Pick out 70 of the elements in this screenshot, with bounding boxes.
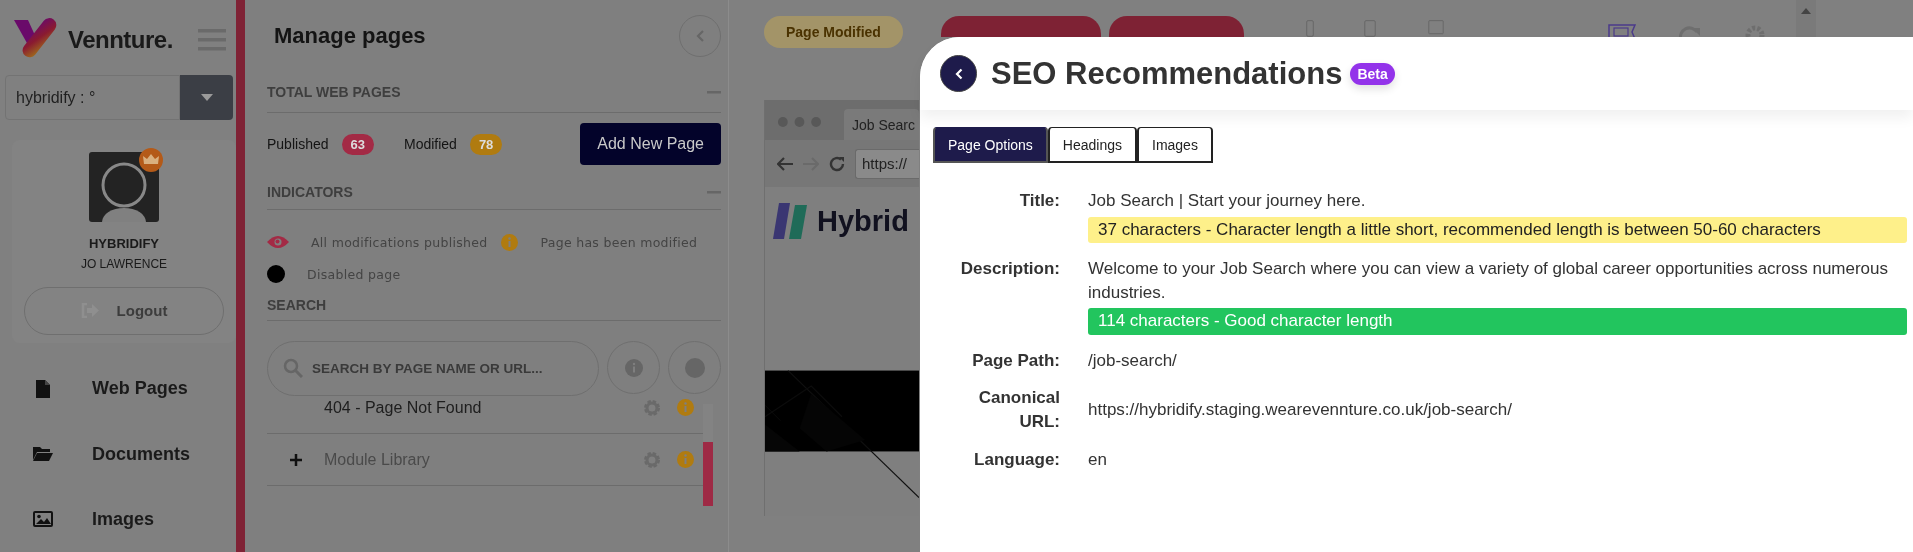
dot-icon <box>267 265 285 283</box>
info-icon <box>624 358 643 377</box>
count-badge: 78 <box>469 133 503 155</box>
search-field[interactable]: SEARCH BY PAGE NAME OR URL... <box>267 341 599 396</box>
publish-button[interactable] <box>940 16 1101 37</box>
field-value: Welcome to your Job Search where you can view a variety of global career opportunities across numerous industries. <box>1088 257 1890 304</box>
tab[interactable]: Headings <box>1047 127 1137 163</box>
field-value: en <box>1088 448 1108 471</box>
panel-title: SEO Recommendations <box>991 55 1343 92</box>
field-label: Canonical URL: <box>977 387 1060 434</box>
field-label: Description: <box>959 257 1060 280</box>
tab[interactable]: Page Options <box>933 127 1048 163</box>
logo-icon <box>773 201 809 241</box>
phone-icon[interactable] <box>1303 20 1316 37</box>
field-value: https://hybridify.staging.wearevennture.co.uk/job-search/ <box>1088 399 1513 422</box>
page-name[interactable]: 404 - Page Not Found <box>324 398 643 417</box>
dot-icon <box>684 357 705 378</box>
field-value: /job-search/ <box>1088 349 1178 372</box>
back-arrow-icon[interactable] <box>777 156 793 171</box>
count-badge: 63 <box>341 133 374 155</box>
panel-title: Manage pages <box>274 23 426 49</box>
nav-item[interactable]: Images <box>0 486 236 552</box>
field-label: Language: <box>973 448 1060 471</box>
user-name: JO LAWRENCE <box>80 256 168 271</box>
nav-item[interactable]: Web Pages <box>0 356 236 422</box>
field-value: Job Search | Start your journey here. <box>1088 190 1367 212</box>
indicator-label: Disabled page <box>307 266 401 282</box>
section-heading: INDICATORS <box>267 184 353 200</box>
indicator-label: All modifications published <box>311 234 488 250</box>
crown-icon <box>139 147 163 172</box>
indicator-label: Page has been modified <box>540 234 698 250</box>
scrollbar[interactable] <box>703 404 713 506</box>
section-heading: TOTAL WEB PAGES <box>267 84 401 100</box>
folder-icon <box>33 446 53 463</box>
info-icon <box>677 451 694 468</box>
gear-icon[interactable] <box>1743 24 1766 40</box>
scrollbar[interactable] <box>1795 0 1816 37</box>
file-icon <box>36 379 50 398</box>
address-bar[interactable]: https:// <box>855 148 919 179</box>
stat-label: Modified <box>403 136 457 152</box>
browser-tab[interactable]: Job Searc <box>843 109 919 140</box>
brand-name: Vennture. <box>68 25 174 54</box>
stat-label: Published <box>267 136 329 152</box>
info-icon <box>501 233 519 251</box>
back-button[interactable] <box>940 55 977 92</box>
company-name: HYBRIDIFY <box>88 235 160 251</box>
length-note: 114 characters - Good character length <box>1088 308 1907 335</box>
status-badge: Page Modified <box>764 16 903 48</box>
search-icon <box>283 358 303 378</box>
logo-text: Hybrid <box>817 204 909 238</box>
reload-icon[interactable] <box>829 155 845 172</box>
nav-item[interactable]: Documents <box>0 421 236 487</box>
beta-badge: Beta <box>1350 62 1395 85</box>
scroll-up-icon[interactable] <box>1800 8 1811 14</box>
eye-icon <box>267 235 289 249</box>
field-label: Page Path: <box>971 349 1060 372</box>
tab[interactable]: Images <box>1137 127 1213 163</box>
chevron-left-icon <box>696 30 704 42</box>
caret-icon <box>200 94 213 102</box>
field-label: Title: <box>1018 190 1060 212</box>
image-icon <box>33 511 53 528</box>
info-icon <box>677 399 694 416</box>
publish-button[interactable] <box>1108 16 1244 37</box>
site-select[interactable]: hybridify : ° <box>5 75 180 120</box>
section-heading: SEARCH <box>267 297 327 313</box>
length-note: 37 characters - Character length a little short, recommended length is between 50-60 characters <box>1088 216 1907 243</box>
add-page-button[interactable]: Add New Page <box>580 123 721 165</box>
chevron-left-icon <box>954 67 963 80</box>
avatar-icon <box>89 151 159 222</box>
dropdown-button[interactable] <box>180 75 233 120</box>
